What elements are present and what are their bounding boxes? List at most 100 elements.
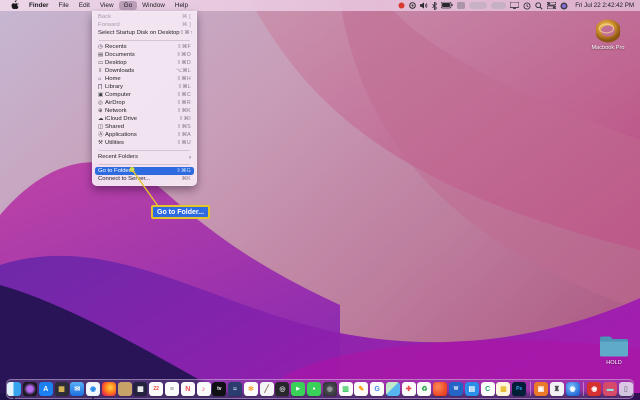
callout-label: Go to Folder... xyxy=(157,209,204,216)
menu-item-shared[interactable]: ◫Shared⇧⌘S xyxy=(95,123,194,131)
dock-app-swirl-app-icon[interactable]: ♻ xyxy=(417,382,431,396)
menu-item-applications[interactable]: ⒶApplications⇧⌘A xyxy=(95,131,194,139)
dock-app-photos-icon[interactable]: ✻ xyxy=(244,382,258,396)
dock-app-blue-doc-app-icon[interactable]: ▤ xyxy=(465,382,479,396)
display-icon[interactable] xyxy=(510,1,519,10)
photoshop-glyph: Ps xyxy=(516,387,522,392)
running-indicator-dot xyxy=(13,397,15,399)
dock-app-blue-sphere-app-icon[interactable]: ◉ xyxy=(566,382,580,396)
menu-item-documents[interactable]: ▤Documents⇧⌘O xyxy=(95,51,194,59)
desktop-icon: ▭ xyxy=(98,59,105,67)
dock-app-google-chrome-icon[interactable]: G xyxy=(370,382,384,396)
dock-app-messages-icon[interactable]: ● xyxy=(307,382,321,396)
hold-folder-icon[interactable]: HOLD xyxy=(592,334,636,366)
dock-app-tv-icon[interactable]: tv xyxy=(212,382,226,396)
downloads-icon: ⇩ xyxy=(98,67,105,75)
menu-item-connect-to-server[interactable]: Connect to Server...⌘K xyxy=(95,175,194,183)
dock-app-app-store-icon[interactable]: A xyxy=(39,382,53,396)
siri-icon[interactable] xyxy=(560,1,568,10)
dock-app-yellow-grid-app-icon[interactable]: ▦ xyxy=(496,382,510,396)
library-icon: ∏ xyxy=(98,83,105,91)
dock-app-tan-app-icon[interactable] xyxy=(118,382,132,396)
dock-app-news-icon[interactable]: N xyxy=(181,382,195,396)
menu-item-label: Documents xyxy=(105,52,135,58)
menu-item-airdrop[interactable]: ◎AirDrop⇧⌘R xyxy=(95,99,194,107)
dock-app-sphere-app-icon[interactable] xyxy=(433,382,447,396)
dock-app-reminders-icon[interactable]: ≡ xyxy=(165,382,179,396)
airdrop-icon: ◎ xyxy=(98,99,105,107)
menubar-clock[interactable]: Fri Jul 22 2:42:42 PM xyxy=(575,2,634,9)
dock-app-lens-app-icon[interactable]: ◎ xyxy=(275,382,289,396)
dock-app-safari-icon[interactable]: ◉ xyxy=(86,382,100,396)
bluetooth-icon[interactable] xyxy=(432,1,437,10)
dock-separator xyxy=(583,382,584,396)
dock-app-mail-icon[interactable]: ✉ xyxy=(70,382,84,396)
menu-item-label: Recent Folders xyxy=(98,154,138,160)
menubar-item-help[interactable]: Help xyxy=(170,1,193,10)
dock-app-pages-icon[interactable]: ✎ xyxy=(354,382,368,396)
dock-app-photoshop-icon[interactable]: Ps xyxy=(512,382,526,396)
menu-item-desktop[interactable]: ▭Desktop⇧⌘D xyxy=(95,59,194,67)
menubar-app-name[interactable]: Finder xyxy=(24,1,54,10)
menu-item-downloads[interactable]: ⇩Downloads⌥⌘L xyxy=(95,67,194,75)
menu-item-shortcut: ⌘ [ xyxy=(182,14,191,20)
battery-icon[interactable] xyxy=(441,1,453,10)
blue-doc-app-glyph: ▤ xyxy=(469,386,476,393)
dock-app-facetime-icon[interactable]: ▶ xyxy=(291,382,305,396)
dock-app-firefox-icon[interactable] xyxy=(102,382,116,396)
dock-app-numbers-icon[interactable]: ▥ xyxy=(339,382,353,396)
menu-bar: Finder FileEditViewGoWindowHelp xyxy=(0,0,640,11)
dock-app-trash-icon[interactable]: ▯ xyxy=(619,382,633,396)
menubar-item-window[interactable]: Window xyxy=(137,1,170,10)
volume-icon[interactable] xyxy=(420,1,428,10)
dock-app-screen-app-icon[interactable]: ▬ xyxy=(603,382,617,396)
menu-item-recents[interactable]: ◷Recents⇧⌘F xyxy=(95,43,194,51)
spotlight-icon[interactable] xyxy=(535,1,543,10)
pencil-app-glyph: ╱ xyxy=(265,386,269,393)
menu-item-select-startup-disk-on-desktop[interactable]: Select Startup Disk on Desktop⇧⌘↑ xyxy=(95,29,194,37)
input-source-icon[interactable] xyxy=(457,1,465,10)
dock-app-pencil-app-icon[interactable]: ╱ xyxy=(260,382,274,396)
dock-app-green-c-app-icon[interactable]: C xyxy=(481,382,495,396)
menubar-item-file[interactable]: File xyxy=(54,1,74,10)
dock-app-orange-grid-app-icon[interactable]: ▣ xyxy=(534,382,548,396)
dock-app-launchpad-icon[interactable]: ▦ xyxy=(55,382,69,396)
menu-separator xyxy=(99,164,190,165)
dock-app-camera-app-icon[interactable]: ◉ xyxy=(587,382,601,396)
menu-item-icloud-drive[interactable]: ☁iCloud Drive⇧⌘I xyxy=(95,115,194,123)
menu-item-recent-folders[interactable]: Recent Folders› xyxy=(95,153,194,161)
swirl-app-glyph: ♻ xyxy=(421,386,427,393)
dock-app-music-icon[interactable]: ♪ xyxy=(197,382,211,396)
folder-label: HOLD xyxy=(606,360,622,366)
menu-item-utilities[interactable]: ⚒Utilities⇧⌘U xyxy=(95,139,194,147)
menu-item-shortcut: ⇧⌘U xyxy=(177,140,191,146)
menubar-item-edit[interactable]: Edit xyxy=(74,1,95,10)
menubar-item-go[interactable]: Go xyxy=(119,1,138,10)
dock-app-calendar-icon[interactable]: 22 xyxy=(149,382,163,396)
location-icon[interactable] xyxy=(409,1,416,10)
app-recording-icon[interactable] xyxy=(398,1,405,10)
apple-menu-icon[interactable] xyxy=(6,0,24,12)
dock-app-dark-grid-app-icon[interactable]: ▦ xyxy=(133,382,147,396)
menubar-item-view[interactable]: View xyxy=(95,1,119,10)
menu-item-library[interactable]: ∏Library⇧⌘L xyxy=(95,83,194,91)
menu-item-computer[interactable]: ▣Computer⇧⌘C xyxy=(95,91,194,99)
menu-item-network[interactable]: ⊕Network⇧⌘K xyxy=(95,107,194,115)
time-machine-icon[interactable] xyxy=(523,1,531,10)
dock-app-first-aid-app-icon[interactable]: ✚ xyxy=(402,382,416,396)
dock-app-finder-icon[interactable] xyxy=(7,382,21,396)
dock-app-maps-icon[interactable] xyxy=(386,382,400,396)
mail-glyph: ✉ xyxy=(74,386,80,393)
applications-icon: Ⓐ xyxy=(98,131,105,139)
dock-app-word-icon[interactable]: W xyxy=(449,382,463,396)
dock-app-hat-app-icon[interactable]: ♜ xyxy=(550,382,564,396)
dock-app-knob-app-icon[interactable]: ◉ xyxy=(323,382,337,396)
dock-app-stripes-app-icon[interactable]: ≈ xyxy=(228,382,242,396)
menu-item-home[interactable]: ⌂Home⇧⌘H xyxy=(95,75,194,83)
menu-item-forward: Forward⌘ ] xyxy=(95,21,194,29)
macbook-pro-drive-icon[interactable]: Macbook Pro xyxy=(585,19,631,51)
menu-item-label: Desktop xyxy=(105,60,127,66)
control-center-icon[interactable] xyxy=(547,1,556,10)
dock-app-siri-icon[interactable] xyxy=(23,382,37,396)
menu-item-go-to-folder[interactable]: Go to Folder...⇧⌘G xyxy=(95,167,194,175)
